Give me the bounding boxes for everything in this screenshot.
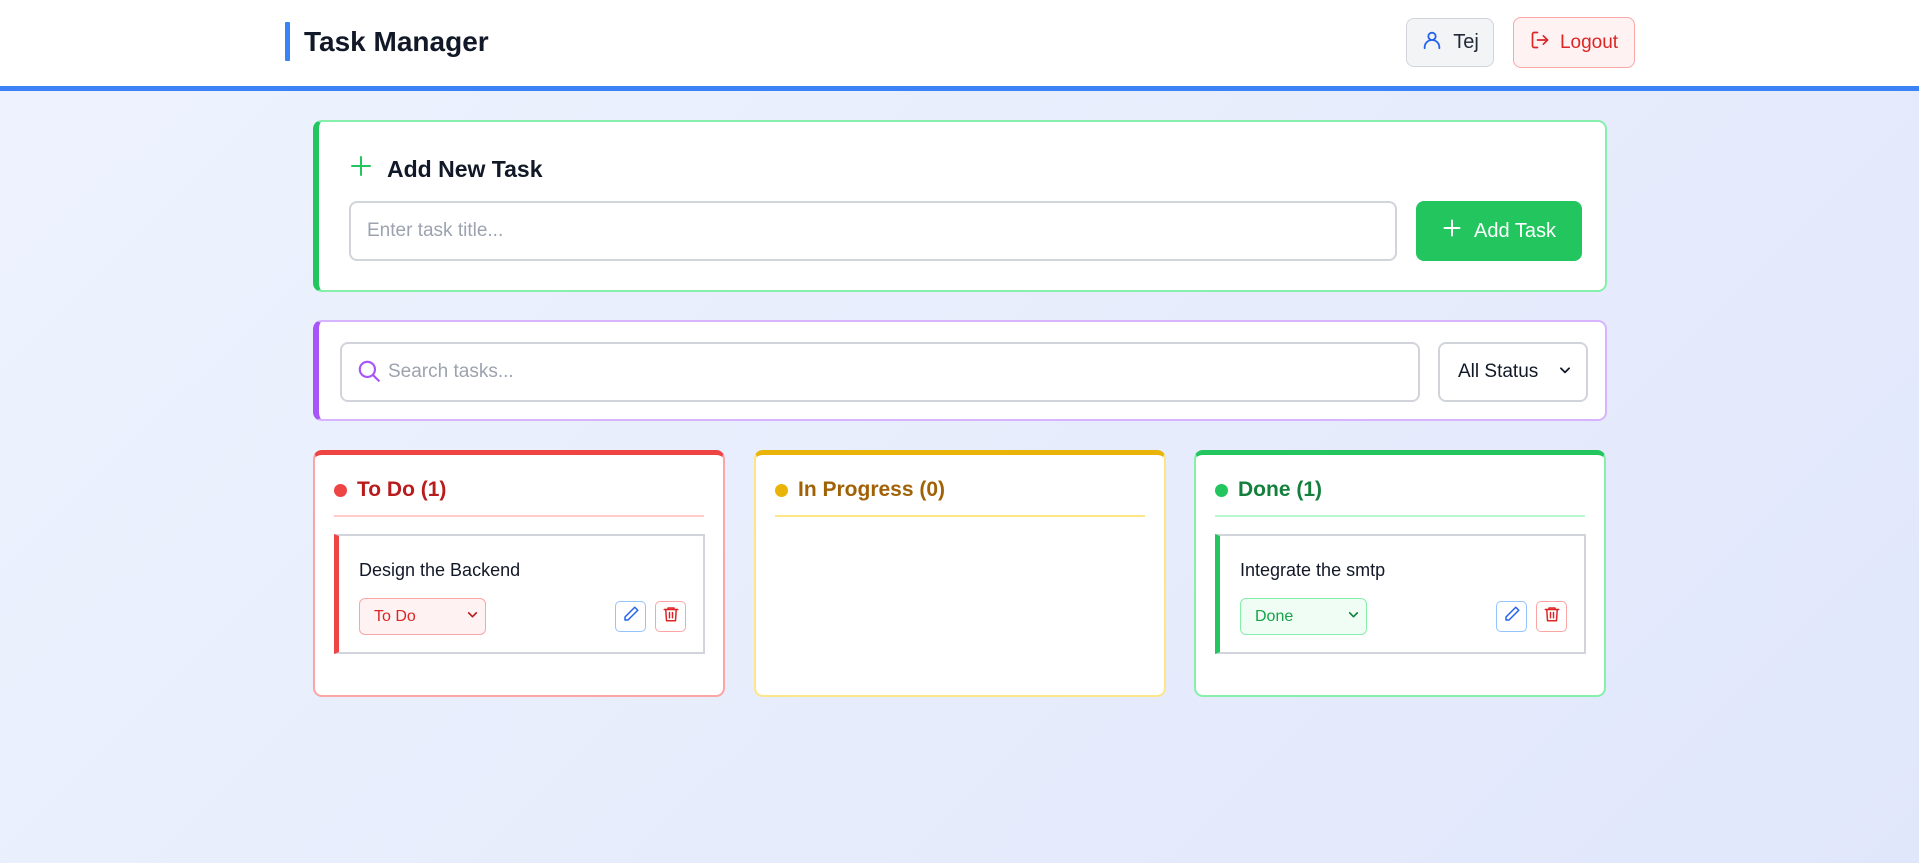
task-card[interactable]: Integrate the smtp Done [1215, 534, 1586, 654]
filter-card: All Status [313, 320, 1607, 421]
task-title-input[interactable] [349, 201, 1397, 261]
logout-icon [1530, 30, 1550, 56]
edit-task-button[interactable] [1496, 601, 1527, 632]
task-status-select[interactable]: Done [1240, 598, 1367, 635]
column-title: Done (1) [1238, 478, 1322, 501]
column-header-done: Done (1) [1215, 478, 1322, 502]
trash-icon [662, 605, 680, 628]
chevron-down-icon [1558, 361, 1572, 383]
task-status-select[interactable]: To Do [359, 598, 486, 635]
edit-task-button[interactable] [615, 601, 646, 632]
logout-label: Logout [1559, 31, 1619, 53]
status-dot [334, 483, 347, 497]
user-name: Tej [1453, 31, 1479, 53]
column-title: To Do (1) [357, 478, 447, 501]
search-icon [356, 358, 382, 389]
task-title: Integrate the smtp [1240, 560, 1386, 580]
task-title: Design the Backend [359, 560, 521, 580]
column-todo: To Do (1) Design the Backend To Do [313, 450, 725, 697]
trash-icon [1543, 605, 1561, 628]
brand-accent-bar [285, 22, 290, 61]
column-in-progress: In Progress (0) [754, 450, 1166, 697]
chevron-down-icon [466, 608, 479, 626]
status-dot [1215, 483, 1228, 497]
add-task-card: Add New Task Add Task [313, 120, 1607, 292]
column-divider [334, 515, 704, 517]
status-filter-select[interactable]: All Status [1438, 342, 1588, 402]
status-dot [775, 483, 788, 497]
add-task-button[interactable]: Add Task [1416, 201, 1582, 261]
task-status-value: To Do [374, 607, 416, 625]
user-icon [1421, 29, 1443, 57]
status-filter-value: All Status [1458, 361, 1539, 382]
delete-task-button[interactable] [1536, 601, 1567, 632]
delete-task-button[interactable] [655, 601, 686, 632]
chevron-down-icon [1347, 608, 1360, 626]
app-title: Task Manager [304, 26, 489, 57]
task-status-value: Done [1255, 607, 1294, 625]
column-divider [775, 515, 1145, 517]
task-card[interactable]: Design the Backend To Do [334, 534, 705, 654]
column-header-todo: To Do (1) [334, 478, 446, 502]
pencil-icon [622, 605, 640, 628]
pencil-icon [1503, 605, 1521, 628]
add-task-button-label: Add Task [1474, 219, 1556, 242]
column-title: In Progress (0) [798, 478, 946, 501]
column-header-in-progress: In Progress (0) [775, 478, 945, 502]
plus-icon [1442, 218, 1462, 244]
user-button[interactable]: Tej [1406, 18, 1494, 67]
add-task-heading-text: Add New Task [387, 155, 543, 182]
search-input[interactable] [388, 344, 1408, 400]
column-done: Done (1) Integrate the smtp Done [1194, 450, 1606, 697]
plus-icon [349, 154, 373, 184]
column-divider [1215, 515, 1585, 517]
app-header: Task Manager Tej Logout [0, 0, 1919, 91]
add-task-heading: Add New Task [349, 154, 543, 184]
search-field[interactable] [340, 342, 1420, 402]
logout-button[interactable]: Logout [1513, 17, 1635, 68]
